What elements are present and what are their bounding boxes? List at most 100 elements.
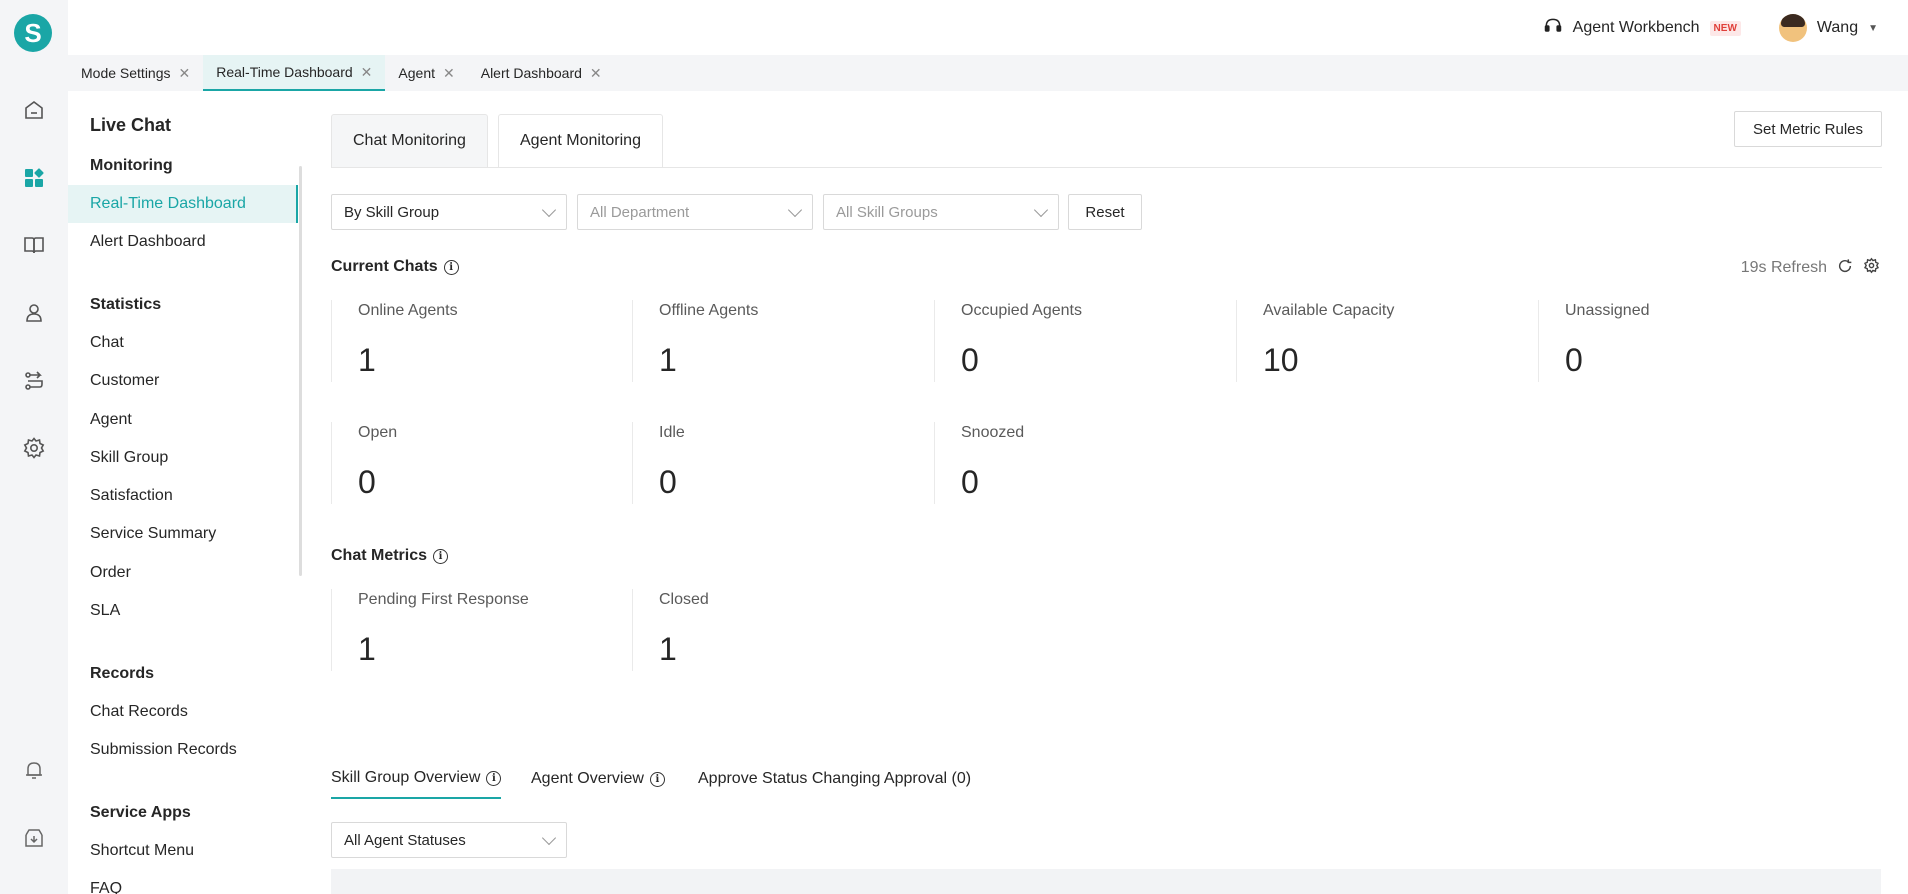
sidebar-item-shortcut-menu[interactable]: Shortcut Menu	[68, 832, 298, 870]
sidebar-item-sla[interactable]: SLA	[68, 592, 298, 630]
agent-workbench-label: Agent Workbench	[1572, 19, 1700, 36]
metric-online-agents: Online Agents 1	[331, 300, 631, 382]
chevron-down-icon	[541, 202, 557, 217]
sidebar-item-skill-group[interactable]: Skill Group	[68, 439, 298, 477]
sidebar-item-satisfaction[interactable]: Satisfaction	[68, 477, 298, 515]
tab-label: Agent Overview	[531, 770, 644, 787]
metric-label: Idle	[659, 424, 685, 441]
tab-approve-status-changing[interactable]: Approve Status Changing Approval (0)	[698, 759, 971, 799]
metric-value: 10	[1263, 342, 1299, 378]
dashboard-icon[interactable]	[19, 163, 49, 193]
user-name[interactable]: Wang	[1817, 19, 1858, 37]
current-chats-heading: Current Chats i	[331, 258, 459, 276]
group-by-select[interactable]: By Skill Group	[331, 194, 567, 230]
metric-pending-first-response: Pending First Response 1	[331, 589, 631, 671]
info-icon[interactable]: i	[486, 770, 502, 786]
chevron-down-icon	[541, 830, 557, 845]
left-rail: S	[0, 0, 68, 894]
window-tab-alert-dashboard[interactable]: Alert Dashboard ✕	[468, 55, 615, 91]
metric-label: Offline Agents	[659, 302, 759, 319]
metric-closed: Closed 1	[632, 589, 932, 671]
window-tab-label: Agent	[398, 65, 435, 81]
window-tab-mode-settings[interactable]: Mode Settings ✕	[68, 55, 203, 91]
metric-value: 0	[961, 342, 979, 378]
skill-groups-select[interactable]: All Skill Groups	[823, 194, 1059, 230]
tab-chat-monitoring[interactable]: Chat Monitoring	[331, 114, 488, 167]
sidebar-item-real-time-dashboard[interactable]: Real-Time Dashboard	[68, 185, 298, 223]
sidebar-item-service-summary[interactable]: Service Summary	[68, 515, 298, 553]
caret-down-icon[interactable]: ▼	[1868, 23, 1878, 34]
bell-icon[interactable]	[19, 755, 49, 785]
top-bar: Agent Workbench NEW Wang ▼	[68, 0, 1908, 55]
chat-metrics-heading: Chat Metrics i	[331, 547, 449, 565]
routing-icon[interactable]	[19, 366, 49, 396]
sidebar-item-chat[interactable]: Chat	[68, 324, 298, 362]
close-icon[interactable]: ✕	[590, 65, 602, 82]
agent-icon[interactable]	[19, 298, 49, 328]
info-icon[interactable]: i	[443, 259, 459, 275]
tab-divider	[331, 167, 1882, 168]
metric-idle: Idle 0	[632, 422, 932, 504]
window-tab-agent[interactable]: Agent ✕	[385, 55, 467, 91]
home-icon[interactable]	[19, 95, 49, 125]
metric-value: 0	[358, 464, 376, 500]
sidebar-item-faq[interactable]: FAQ	[68, 870, 298, 894]
book-icon[interactable]	[19, 230, 49, 260]
window-tab-label: Mode Settings	[81, 65, 171, 81]
metric-snoozed: Snoozed 0	[934, 422, 1234, 504]
refresh-icon[interactable]	[1837, 258, 1853, 279]
metric-value: 0	[659, 464, 677, 500]
sidebar-item-chat-records[interactable]: Chat Records	[68, 693, 298, 731]
current-chats-title: Current Chats	[331, 258, 438, 275]
set-metric-rules-button[interactable]: Set Metric Rules	[1734, 111, 1882, 147]
tab-label: Skill Group Overview	[331, 769, 481, 786]
sidebar-item-submission-records[interactable]: Submission Records	[68, 731, 298, 769]
agent-status-value: All Agent Statuses	[344, 831, 466, 849]
sidebar-item-agent[interactable]: Agent	[68, 401, 298, 439]
department-select[interactable]: All Department	[577, 194, 813, 230]
metric-available-capacity: Available Capacity 10	[1236, 300, 1536, 382]
sidebar-item-alert-dashboard[interactable]: Alert Dashboard	[68, 223, 298, 261]
agent-status-select[interactable]: All Agent Statuses	[331, 822, 567, 858]
info-icon[interactable]: i	[649, 771, 665, 787]
group-by-value: By Skill Group	[344, 203, 440, 221]
sidebar-item-order[interactable]: Order	[68, 554, 298, 592]
sidebar-title: Live Chat	[90, 115, 172, 135]
settings-icon[interactable]	[19, 433, 49, 463]
close-icon[interactable]: ✕	[443, 65, 455, 82]
close-icon[interactable]: ✕	[361, 64, 373, 81]
skill-groups-placeholder: All Skill Groups	[836, 203, 938, 221]
download-icon[interactable]	[19, 823, 49, 853]
new-badge: NEW	[1709, 20, 1741, 36]
tab-agent-monitoring[interactable]: Agent Monitoring	[498, 114, 663, 167]
metric-offline-agents: Offline Agents 1	[632, 300, 932, 382]
app-logo[interactable]: S	[14, 14, 52, 52]
gear-icon[interactable]	[1863, 257, 1880, 279]
secondary-sidebar: Live Chat Monitoring Real-Time Dashboard…	[68, 91, 304, 894]
metric-unassigned: Unassigned 0	[1538, 300, 1838, 382]
department-placeholder: All Department	[590, 203, 690, 221]
sidebar-section-monitoring: Monitoring	[90, 157, 173, 174]
sidebar-item-customer[interactable]: Customer	[68, 362, 298, 400]
sidebar-scrollbar[interactable]	[299, 166, 302, 576]
metric-label: Snoozed	[961, 424, 1025, 441]
metric-label: Open	[358, 424, 398, 441]
metric-value: 1	[659, 631, 677, 667]
window-tab-real-time-dashboard[interactable]: Real-Time Dashboard ✕	[203, 55, 386, 91]
info-icon[interactable]: i	[433, 548, 449, 564]
close-icon[interactable]: ✕	[179, 65, 191, 82]
sidebar-section-statistics: Statistics	[90, 296, 162, 313]
agent-workbench-link[interactable]: Agent Workbench NEW	[1543, 16, 1741, 41]
chevron-down-icon	[787, 202, 803, 217]
metric-label: Closed	[659, 591, 709, 608]
chat-metrics-title: Chat Metrics	[331, 547, 428, 564]
metric-label: Occupied Agents	[961, 302, 1082, 319]
tab-agent-overview[interactable]: Agent Overview i	[531, 759, 665, 799]
tab-label: Approve Status Changing Approval (0)	[698, 770, 972, 787]
reset-button[interactable]: Reset	[1068, 194, 1142, 230]
metric-label: Unassigned	[1565, 302, 1650, 319]
dashboard-panel: Chat Monitoring Agent Monitoring Set Met…	[304, 91, 1908, 894]
tab-skill-group-overview[interactable]: Skill Group Overview i	[331, 759, 502, 799]
metric-label: Online Agents	[358, 302, 458, 319]
avatar[interactable]	[1778, 14, 1807, 42]
